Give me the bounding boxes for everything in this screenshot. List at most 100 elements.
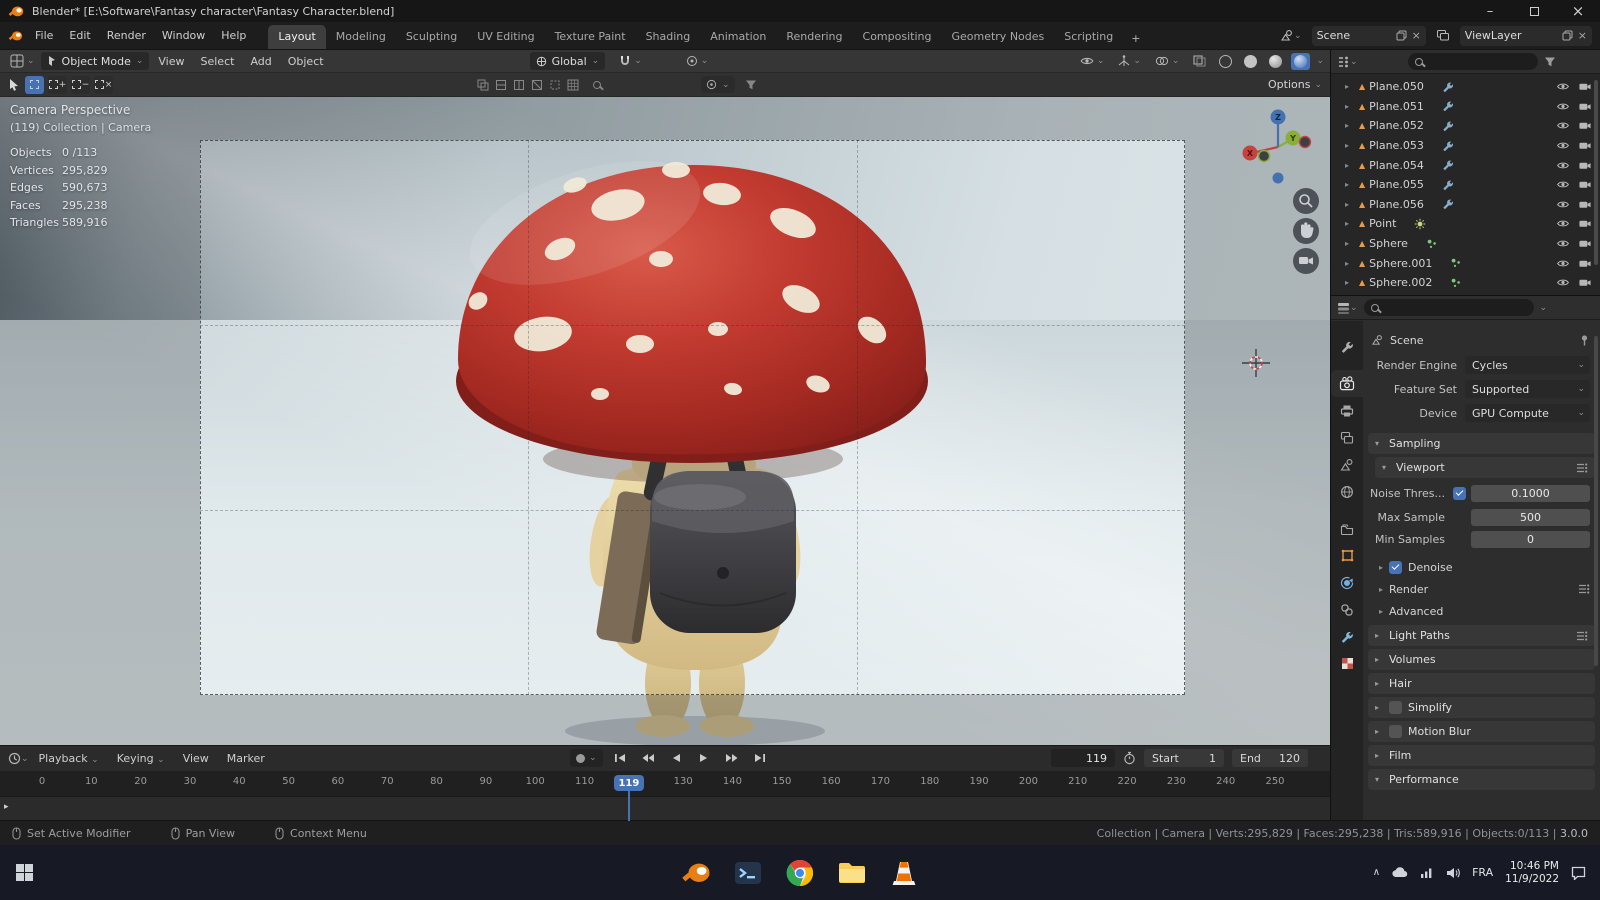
noise-threshold-value[interactable]: 0.1000 bbox=[1471, 485, 1590, 502]
tool-setting-icon-6[interactable] bbox=[567, 79, 579, 91]
playhead-badge[interactable]: 119 bbox=[613, 775, 644, 791]
vlc-taskbar-icon[interactable] bbox=[888, 857, 920, 889]
denoise-checkbox[interactable] bbox=[1389, 560, 1403, 574]
shading-options-chevron[interactable]: ⌄ bbox=[1316, 56, 1324, 66]
browse-scene-icon[interactable]: ⌄ bbox=[1280, 29, 1302, 42]
workspace-tab-shading[interactable]: Shading bbox=[636, 25, 701, 49]
outliner-item-name[interactable]: Sphere.001 bbox=[1369, 257, 1432, 270]
tab-physics[interactable] bbox=[1331, 569, 1363, 596]
expand-icon[interactable]: ▸ bbox=[1345, 141, 1355, 150]
tray-expand-icon[interactable]: ∧ bbox=[1373, 867, 1380, 878]
workspace-tab-geometry-nodes[interactable]: Geometry Nodes bbox=[941, 25, 1054, 49]
outliner-item[interactable]: ▸ ▲ Plane.056 bbox=[1331, 195, 1600, 215]
blender-menu-icon[interactable] bbox=[8, 30, 23, 42]
end-frame-field[interactable]: End 120 bbox=[1232, 749, 1308, 767]
noise-threshold-checkbox[interactable] bbox=[1453, 487, 1466, 500]
start-frame-field[interactable]: Start 1 bbox=[1144, 749, 1224, 767]
workspace-tab-animation[interactable]: Animation bbox=[700, 25, 776, 49]
hide-eye-icon[interactable] bbox=[1556, 217, 1570, 230]
expand-icon[interactable]: ▸ bbox=[1345, 102, 1355, 111]
workspace-tab-rendering[interactable]: Rendering bbox=[776, 25, 852, 49]
tab-modifiers[interactable] bbox=[1331, 623, 1363, 650]
hide-eye-icon[interactable] bbox=[1556, 276, 1570, 289]
expand-icon[interactable]: ▸ bbox=[1345, 161, 1355, 170]
expand-icon[interactable]: ▸ bbox=[1345, 278, 1355, 287]
add-workspace-button[interactable]: + bbox=[1123, 28, 1148, 49]
language-indicator[interactable]: FRA bbox=[1472, 866, 1493, 879]
auto-keying-button[interactable]: ⌄ bbox=[570, 749, 603, 767]
play-reverse-button[interactable] bbox=[665, 749, 687, 767]
tool-setting-icon-3[interactable] bbox=[513, 79, 525, 91]
properties-search[interactable] bbox=[1363, 299, 1534, 316]
outliner-search[interactable] bbox=[1407, 53, 1538, 70]
outliner-item-name[interactable]: Plane.052 bbox=[1369, 119, 1424, 132]
view-layer-selector[interactable]: ViewLayer × bbox=[1459, 25, 1592, 46]
menu-edit[interactable]: Edit bbox=[61, 26, 98, 45]
tab-output[interactable] bbox=[1331, 397, 1363, 424]
expand-icon[interactable]: ▸ bbox=[1345, 239, 1355, 248]
tool-setting-icon-5[interactable] bbox=[549, 79, 561, 91]
new-view-layer-icon[interactable] bbox=[1562, 30, 1573, 41]
preset-menu-icon[interactable] bbox=[1576, 630, 1588, 641]
subsection-viewport[interactable]: ▾ Viewport bbox=[1375, 457, 1595, 478]
max-samples-value[interactable]: 500 bbox=[1471, 508, 1590, 526]
outliner-item[interactable]: ▸ ▲ Point bbox=[1331, 214, 1600, 234]
properties-scrollbar[interactable] bbox=[1594, 336, 1598, 666]
play-button[interactable] bbox=[693, 749, 715, 767]
render-visibility-icon[interactable] bbox=[1578, 276, 1592, 289]
new-scene-icon[interactable] bbox=[1396, 30, 1407, 41]
filter-icon[interactable] bbox=[745, 79, 757, 91]
hide-eye-icon[interactable] bbox=[1556, 237, 1570, 250]
outliner-item[interactable]: ▸ ▲ Sphere.001 bbox=[1331, 253, 1600, 273]
properties-editor-icon[interactable]: ⌄ bbox=[1337, 302, 1358, 314]
outliner-item[interactable]: ▸ ▲ Plane.051 bbox=[1331, 97, 1600, 117]
shading-rendered-button[interactable] bbox=[1291, 52, 1311, 70]
outliner-item[interactable]: ▸ ▲ Plane.054 bbox=[1331, 155, 1600, 175]
hide-eye-icon[interactable] bbox=[1556, 198, 1570, 211]
viewport-3d[interactable]: + − × ⌄ Options ⌄ Camera Perspective (11… bbox=[0, 73, 1330, 745]
denoise-row[interactable]: ▸ Denoise bbox=[1363, 556, 1600, 578]
outliner-item-name[interactable]: Plane.055 bbox=[1369, 178, 1424, 191]
outliner-item[interactable]: ▸ ▲ Plane.053 bbox=[1331, 136, 1600, 156]
section-performance[interactable]: ▾ Performance bbox=[1368, 769, 1595, 790]
outliner-item[interactable]: ▸ ▲ Sphere bbox=[1331, 234, 1600, 254]
tab-object[interactable] bbox=[1331, 542, 1363, 569]
device-dropdown[interactable]: GPU Compute ⌄ bbox=[1465, 404, 1590, 422]
render-subpanel-row[interactable]: ▸ Render bbox=[1363, 578, 1600, 600]
taskbar-clock[interactable]: 10:46 PM 11/9/2022 bbox=[1505, 860, 1559, 886]
outliner-item[interactable]: ▸ ▲ Sphere.002 bbox=[1331, 273, 1600, 293]
active-tool-icon[interactable] bbox=[8, 78, 21, 92]
shading-solid-button[interactable] bbox=[1241, 53, 1260, 70]
workspace-tab-layout[interactable]: Layout bbox=[268, 25, 326, 49]
current-frame-field[interactable]: 119 bbox=[1051, 749, 1115, 767]
outliner-search-input[interactable] bbox=[1427, 55, 1531, 68]
expand-icon[interactable]: ▸ bbox=[1345, 82, 1355, 91]
pin-icon[interactable] bbox=[1579, 334, 1590, 346]
remove-view-layer-icon[interactable]: × bbox=[1578, 29, 1587, 42]
hide-eye-icon[interactable] bbox=[1556, 119, 1570, 132]
jump-to-start-button[interactable] bbox=[609, 749, 631, 767]
select-mode-extend-button[interactable]: + bbox=[48, 75, 67, 94]
outliner-item-name[interactable]: Plane.053 bbox=[1369, 139, 1424, 152]
hide-eye-icon[interactable] bbox=[1556, 139, 1570, 152]
overlays-dropdown[interactable]: ⌄ bbox=[1151, 54, 1184, 68]
menu-window[interactable]: Window bbox=[154, 26, 213, 45]
tool-settings-dropdown[interactable]: ⌄ bbox=[701, 76, 735, 93]
scene-selector[interactable]: Scene × bbox=[1311, 25, 1426, 46]
workspace-tab-sculpting[interactable]: Sculpting bbox=[396, 25, 467, 49]
tab-world[interactable] bbox=[1331, 478, 1363, 505]
hide-eye-icon[interactable] bbox=[1556, 100, 1570, 113]
next-keyframe-button[interactable] bbox=[721, 749, 743, 767]
tool-setting-icon-4[interactable] bbox=[531, 79, 543, 91]
section-film[interactable]: ▸ Film bbox=[1368, 745, 1595, 766]
section-simplify[interactable]: ▸ Simplify bbox=[1368, 697, 1595, 718]
file-explorer-taskbar-icon[interactable] bbox=[836, 857, 868, 889]
section-motion-blur[interactable]: ▸ Motion Blur bbox=[1368, 721, 1595, 742]
advanced-subpanel-row[interactable]: ▸ Advanced bbox=[1363, 600, 1600, 622]
section-volumes[interactable]: ▸ Volumes bbox=[1368, 649, 1595, 670]
workspace-tab-modeling[interactable]: Modeling bbox=[326, 25, 396, 49]
expand-icon[interactable]: ▸ bbox=[1345, 200, 1355, 209]
render-visibility-icon[interactable] bbox=[1578, 257, 1592, 270]
outliner-item[interactable]: ▸ ▲ Plane.050 bbox=[1331, 77, 1600, 97]
feature-set-dropdown[interactable]: Supported ⌄ bbox=[1465, 380, 1590, 398]
